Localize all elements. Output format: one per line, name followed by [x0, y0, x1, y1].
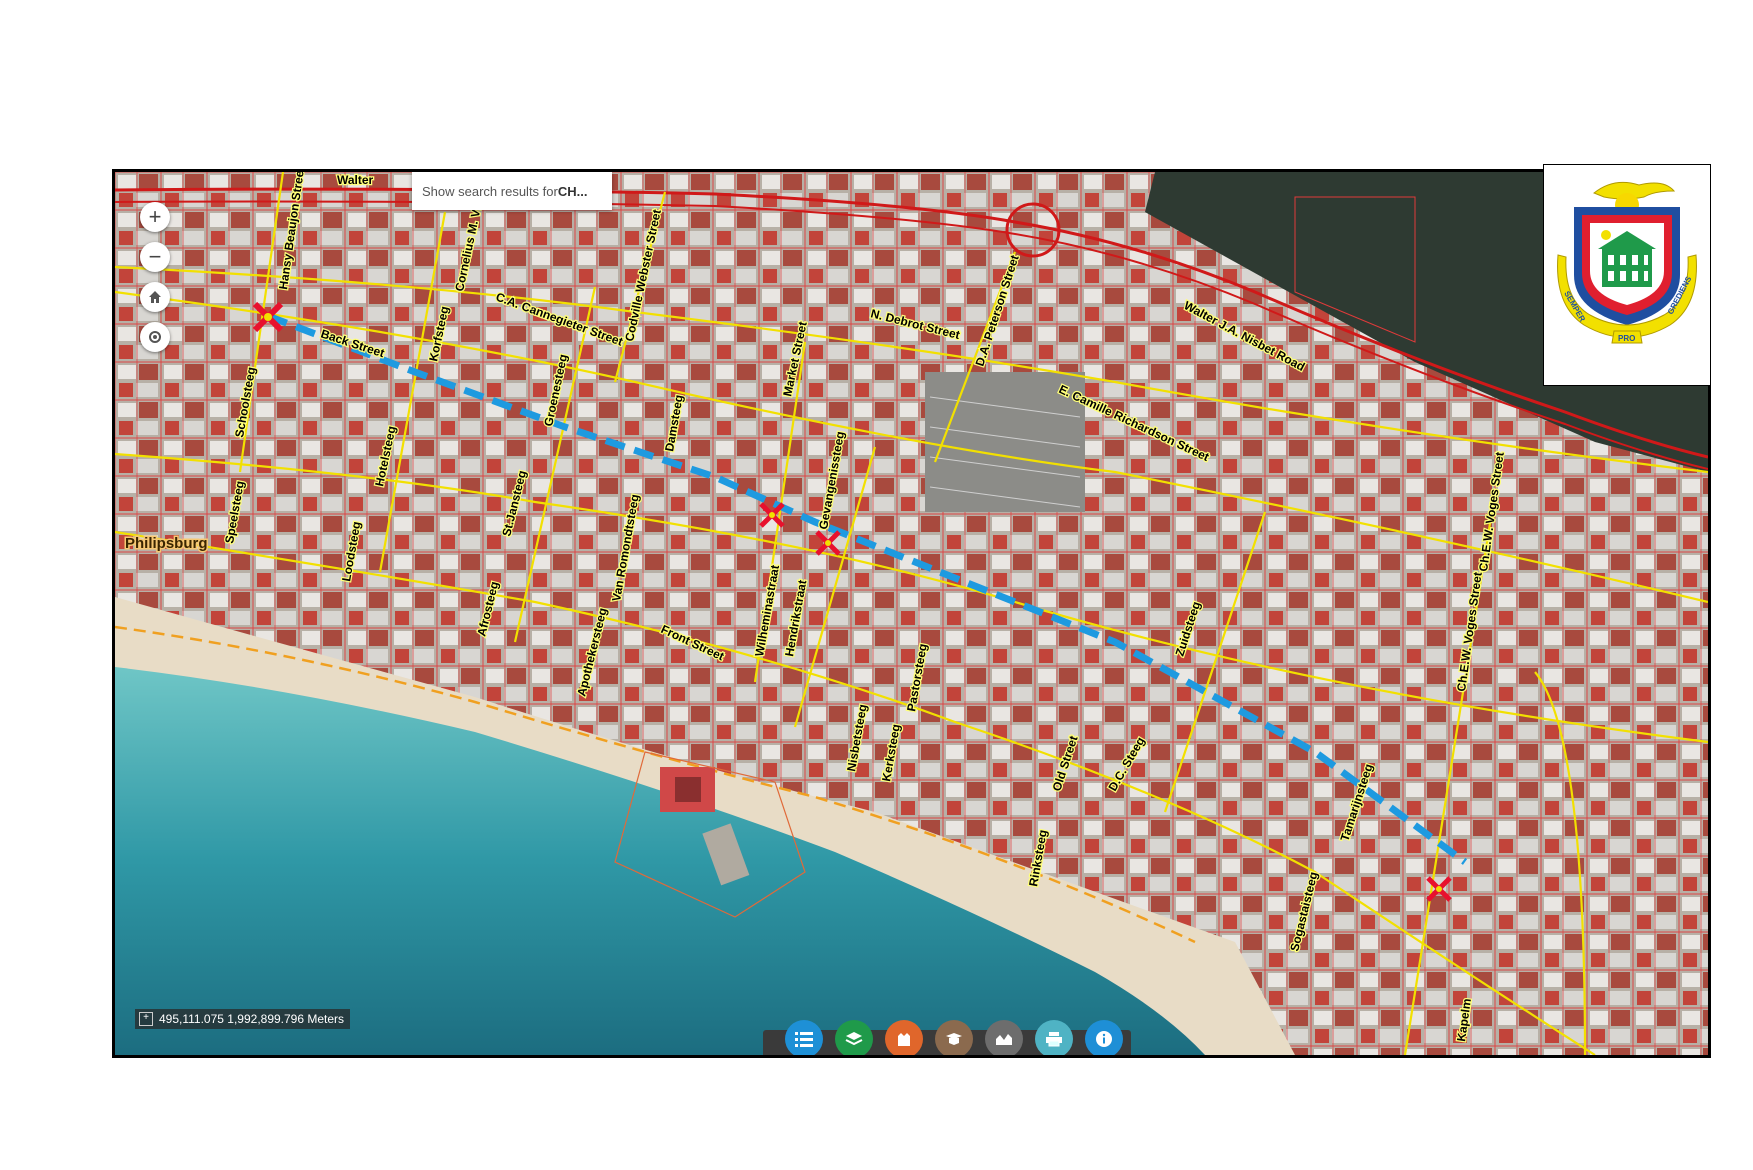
- town-label: Philipsburg: [125, 535, 208, 552]
- legend-list-icon: [795, 1032, 813, 1047]
- legend-button[interactable]: [785, 1020, 823, 1055]
- coordinate-readout: + 495,111.075 1,992,899.796 Meters: [135, 1009, 351, 1029]
- minus-icon: −: [148, 244, 162, 269]
- crosshair-icon[interactable]: +: [139, 1012, 153, 1026]
- coat-of-arms-logo: SEMPER PRO GREDIENS: [1557, 181, 1697, 344]
- plus-icon: +: [148, 204, 162, 229]
- search-results-tooltip[interactable]: Show search results for CH...: [412, 172, 612, 210]
- search-tip-query: CH...: [557, 183, 588, 199]
- logo-panel: SEMPER PRO GREDIENS: [1543, 164, 1711, 386]
- profile-button[interactable]: [985, 1020, 1023, 1055]
- satellite-map[interactable]: Hansy Beaujon Street Back Street Schools…: [115, 172, 1708, 1055]
- layers-button[interactable]: [835, 1020, 873, 1055]
- zoom-in-button[interactable]: +: [140, 202, 170, 232]
- basemap-icon: [898, 1033, 910, 1046]
- print-button[interactable]: [1035, 1020, 1073, 1055]
- search-tip-prefix: Show search results for: [422, 183, 558, 199]
- info-button[interactable]: [1085, 1020, 1123, 1055]
- motto-text: PRO: [1618, 334, 1635, 343]
- basemap-button[interactable]: [885, 1020, 923, 1055]
- locate-button[interactable]: [140, 322, 170, 352]
- home-icon: [149, 291, 161, 303]
- layers-icon: [845, 1032, 863, 1046]
- home-button[interactable]: [140, 282, 170, 312]
- street-label: Walter: [337, 173, 374, 187]
- zoom-out-button[interactable]: −: [140, 242, 170, 272]
- bookmark-button[interactable]: [935, 1020, 973, 1055]
- locate-icon: [149, 331, 161, 343]
- print-icon: [1046, 1032, 1062, 1047]
- bookmark-icon: [946, 1033, 962, 1045]
- coordinate-text: 495,111.075 1,992,899.796 Meters: [159, 1012, 345, 1026]
- profile-icon: [996, 1034, 1012, 1045]
- map-view[interactable]: Hansy Beaujon Street Back Street Schools…: [112, 169, 1711, 1058]
- widget-toolbar: [763, 1020, 1131, 1055]
- info-icon: [1096, 1031, 1112, 1047]
